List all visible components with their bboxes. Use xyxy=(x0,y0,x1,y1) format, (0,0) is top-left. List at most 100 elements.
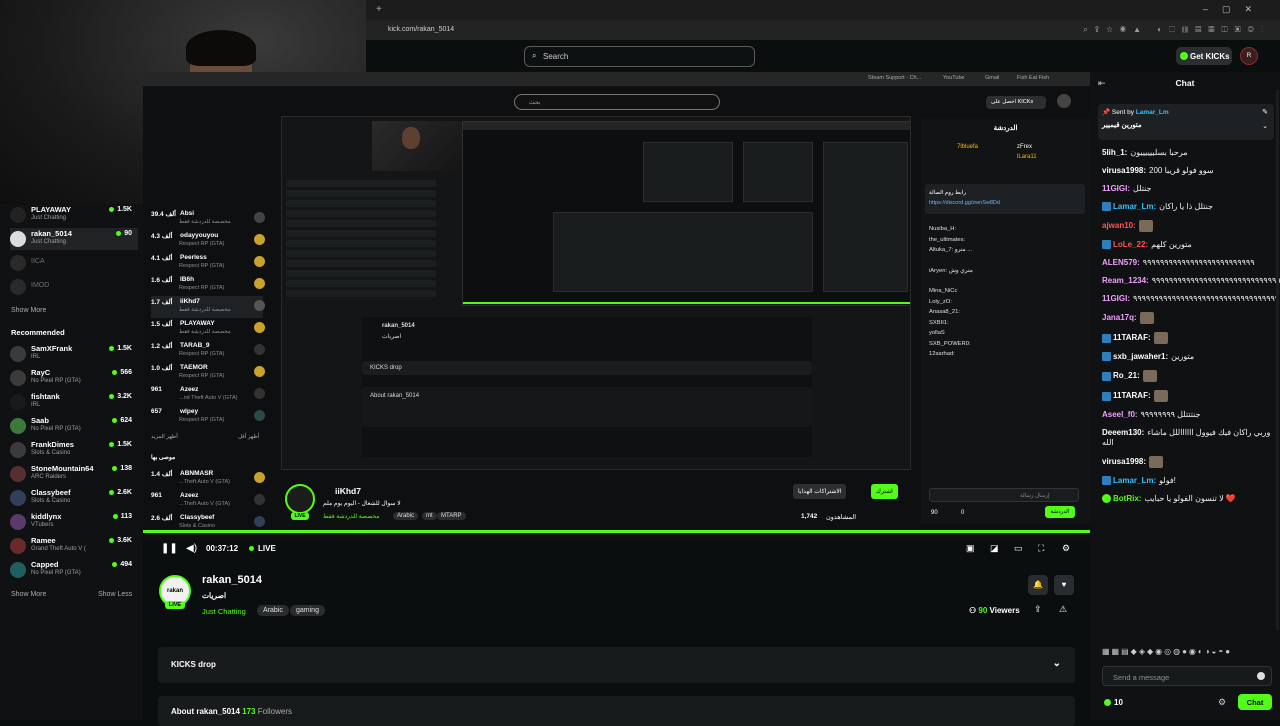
share-icon[interactable]: ⇪ xyxy=(1034,604,1042,615)
stream-tag[interactable]: gaming xyxy=(290,605,325,616)
sidebar-channel-rakan[interactable]: rakan_5014 Just Chatting 90 xyxy=(10,228,138,250)
stream-tag[interactable]: Arabic xyxy=(257,605,289,616)
channel-name: StoneMountain64 xyxy=(31,464,94,473)
channel-avatar xyxy=(10,207,26,223)
chat-username[interactable]: Ro_21: xyxy=(1113,371,1140,380)
url-text[interactable]: kick.com/rakan_5014 xyxy=(388,26,454,33)
stream-category[interactable]: Just Chatting xyxy=(202,607,246,616)
chat-settings-icon[interactable]: ⚙ xyxy=(1218,697,1226,708)
nested-channel: 4.3 ألف odayyouyou Respect RP (GTA) xyxy=(151,230,265,252)
chevron-down-icon[interactable]: ⌄ xyxy=(1053,658,1061,669)
show-less-recommended[interactable]: Show Less xyxy=(98,591,132,598)
chat-input[interactable]: Send a message xyxy=(1102,666,1272,686)
settings-icon[interactable]: ⚙ xyxy=(1062,543,1070,554)
chat-username[interactable]: ALEN579: xyxy=(1102,258,1140,267)
channel-avatar xyxy=(10,394,26,410)
chat-username[interactable]: Aseel_f0: xyxy=(1102,410,1138,419)
search-input[interactable]: ⌕ Search xyxy=(524,46,755,67)
user-avatar[interactable]: R xyxy=(1240,47,1258,65)
chat-text: جنتتتلل ٩٩٩٩٩٩٩٩ xyxy=(1140,410,1201,419)
sidebar-channel-iica[interactable]: IICA xyxy=(10,252,138,274)
chat-username[interactable]: Lamar_Lm: xyxy=(1113,476,1156,485)
sidebar-channel-imod[interactable]: IMOD xyxy=(10,276,138,298)
followers-count: 173 xyxy=(242,707,256,716)
nested-pin-user: zFrex xyxy=(1017,144,1032,150)
chat-scrollbar[interactable] xyxy=(1276,90,1279,630)
nested-avatar xyxy=(254,300,265,311)
report-icon[interactable]: ⚠ xyxy=(1059,604,1067,615)
chat-username[interactable]: 11GIGI: xyxy=(1102,184,1130,193)
channel-category: VTubers xyxy=(31,522,54,528)
chat-username[interactable]: LoLe_22: xyxy=(1113,240,1148,249)
chat-username[interactable]: ajwan10: xyxy=(1102,221,1136,230)
sidebar-recommended-item[interactable]: SamXFrank IRL 1.5K xyxy=(10,343,138,365)
theater-icon[interactable]: ▭ xyxy=(1014,543,1023,554)
nested-viewers: 657 xyxy=(151,408,162,415)
channel-avatar xyxy=(10,231,26,247)
chat-send-button[interactable]: Chat xyxy=(1238,694,1272,710)
sidebar-recommended-item[interactable]: Saab No Pixel RP (GTA) 624 xyxy=(10,415,138,437)
nested-name: TARAB_9 xyxy=(180,342,210,349)
chat-username[interactable]: sxb_jawaher1: xyxy=(1113,352,1168,361)
chat-username[interactable]: 11TARAF: xyxy=(1113,333,1151,342)
sidebar-recommended-item[interactable]: kiddlynx VTubers 113 xyxy=(10,511,138,533)
chat-username[interactable]: Lamar_Lm: xyxy=(1113,202,1156,211)
chat-username[interactable]: virusa1998: xyxy=(1102,166,1146,175)
kicks-drop-panel[interactable]: KICKS drop ⌄ xyxy=(158,647,1075,683)
video-progress-bar[interactable] xyxy=(143,530,1090,533)
emoji-icon[interactable] xyxy=(1257,672,1265,680)
live-indicator[interactable]: LIVE xyxy=(249,544,276,553)
sidebar-recommended-item[interactable]: RayC No Pixel RP (GTA) 566 xyxy=(10,367,138,389)
nested-chat-send: الدردشة xyxy=(1045,506,1075,518)
chat-username[interactable]: 5lih_1: xyxy=(1102,148,1127,157)
browser-toolbar-icons[interactable]: ⌕⇪☆◉▲ ◐⬚▥▤▦◫▣◎⋮ xyxy=(1083,25,1270,35)
chat-messages: 5lih_1: مرحبا بسلييييييون virusa1998: سوو ف… xyxy=(1102,140,1280,504)
streamer-name[interactable]: rakan_5014 xyxy=(202,574,262,586)
get-kicks-button[interactable]: Get KICKs xyxy=(1176,47,1232,65)
chat-username[interactable]: 11TARAF: xyxy=(1113,391,1151,400)
nested-name: iiKhd7 xyxy=(180,298,200,305)
chat-title: Chat xyxy=(1175,78,1195,88)
chat-username[interactable]: Ream_1234: xyxy=(1102,276,1149,285)
window-controls[interactable]: –▢✕ xyxy=(1203,4,1266,15)
search-placeholder: Search xyxy=(543,52,569,61)
nested-chat-pins: 7lbluefa zFrex lLara11 xyxy=(929,142,1089,166)
sidebar-recommended-item[interactable]: Classybeef Slots & Casino 2.6K xyxy=(10,487,138,509)
unpin-icon[interactable]: ✎ xyxy=(1262,108,1268,116)
show-more-recommended[interactable]: Show More xyxy=(11,591,46,598)
clip-icon[interactable]: ◪ xyxy=(990,543,999,554)
nested-avatar xyxy=(254,366,265,377)
nested-chat-msg: Altuka_7: مترو ... xyxy=(929,247,973,253)
nested-inner-page xyxy=(462,121,910,306)
new-tab-icon[interactable]: + xyxy=(376,4,382,15)
sidebar-recommended-item[interactable]: Capped No Pixel RP (GTA) 494 xyxy=(10,559,138,581)
chevron-down-icon[interactable]: ⌄ xyxy=(1262,122,1268,130)
sidebar-recommended-item[interactable]: Ramee Grand Theft Auto V ( 3.6K xyxy=(10,535,138,557)
chat-username[interactable]: Deeem130: xyxy=(1102,428,1144,437)
nested-bookmark: YouTube xyxy=(943,75,965,81)
pinned-message[interactable]: 📌 Sent by Lamar_Lm متورين قيميير ✎ ⌄ xyxy=(1098,104,1274,140)
follow-heart-icon[interactable]: ♥ xyxy=(1054,575,1074,595)
miniplayer-icon[interactable]: ▣ xyxy=(966,543,975,554)
nested-name: PLAYAWAY xyxy=(180,320,215,327)
sidebar-recommended-item[interactable]: fishtank IRL 3.2K xyxy=(10,391,138,413)
notification-bell-icon[interactable]: 🔔 xyxy=(1028,575,1048,595)
channel-viewers: 90 xyxy=(116,230,132,237)
sidebar-channel-playaway[interactable]: PLAYAWAY Just Chatting 1.5K xyxy=(10,204,138,226)
sidebar-recommended-item[interactable]: StoneMountain64 ARC Raiders 138 xyxy=(10,463,138,485)
channel-points[interactable]: 10 xyxy=(1104,698,1123,707)
nested-bookmark: Fish Eat Fish xyxy=(1017,75,1050,81)
chat-username[interactable]: Jana17q: xyxy=(1102,313,1137,322)
sidebar-recommended-item[interactable]: FrankDimes Slots & Casino 1.5K xyxy=(10,439,138,461)
nested-category: مخصصة للدردشة فقط xyxy=(179,329,231,335)
show-more-following[interactable]: Show More xyxy=(11,307,46,314)
emote-bar[interactable]: ▦▦▤◆◈◆◉◎◍●◉◐◑◒◓● xyxy=(1102,647,1274,659)
chat-username[interactable]: BotRix: xyxy=(1113,494,1141,503)
chat-username[interactable]: virusa1998: xyxy=(1102,457,1146,466)
browser-url-bar[interactable]: kick.com/rakan_5014 ⌕⇪☆◉▲ ◐⬚▥▤▦◫▣◎⋮ xyxy=(366,20,1280,40)
chat-username[interactable]: 11GIGI: xyxy=(1102,294,1130,303)
pause-icon[interactable]: ❚❚ xyxy=(161,543,178,554)
video-player[interactable]: Steam Support - Ch... YouTube Gmail Fish… xyxy=(143,72,1090,540)
fullscreen-icon[interactable]: ⛶ xyxy=(1038,543,1044,554)
volume-icon[interactable]: ◀) xyxy=(186,543,197,554)
